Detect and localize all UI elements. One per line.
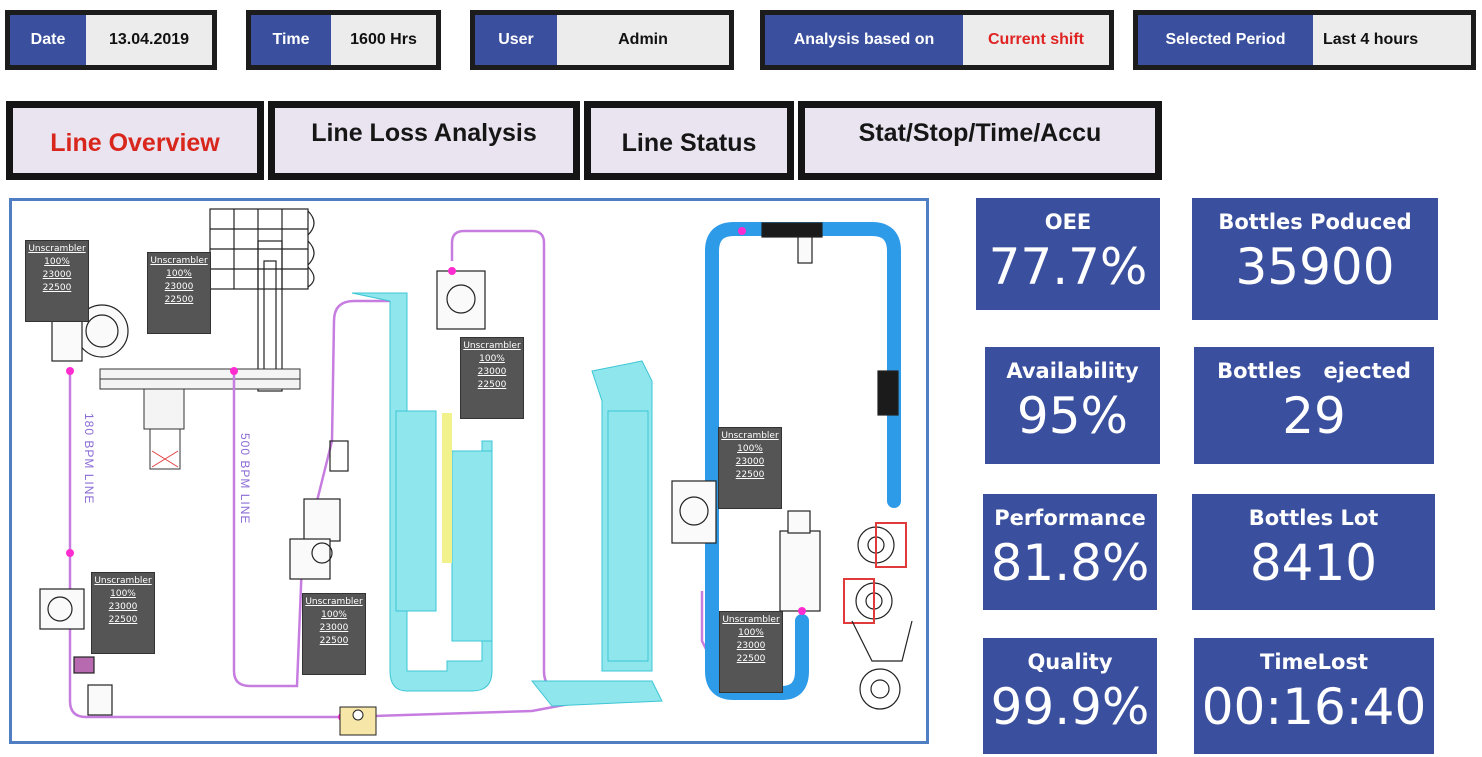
- kpi-quality-title: Quality: [1027, 650, 1113, 674]
- kpi-bottles-produced-value: 35900: [1235, 238, 1395, 296]
- kpi-bottles-ejected-value: 29: [1282, 387, 1346, 445]
- machine-target: 23000: [164, 282, 194, 292]
- kpi-time-lost[interactable]: TimeLost 00:16:40: [1194, 638, 1434, 754]
- machine-info-box[interactable]: Unscrambler 100% 23000 22500: [147, 252, 211, 334]
- machine-actual: 22500: [42, 283, 72, 293]
- period-label: Selected Period: [1138, 15, 1313, 65]
- kpi-bottles-produced[interactable]: Bottles Poduced 35900: [1192, 198, 1438, 320]
- analysis-label: Analysis based on: [765, 15, 963, 65]
- machine-actual: 22500: [477, 380, 507, 390]
- kpi-bottles-ejected[interactable]: Bottles ejected 29: [1194, 347, 1434, 464]
- time-value: 1600 Hrs: [331, 15, 436, 65]
- machine-name: Unscrambler: [721, 431, 779, 441]
- kpi-time-lost-title: TimeLost: [1260, 650, 1368, 674]
- machine-info-box[interactable]: Unscrambler 100% 23000 22500: [719, 611, 783, 693]
- time-box: Time 1600 Hrs: [246, 10, 441, 70]
- filler-machine: [209, 208, 315, 392]
- line-label-180: 180 BPM LINE: [82, 413, 96, 505]
- machine-info-box[interactable]: Unscrambler 100% 23000 22500: [25, 240, 89, 322]
- kpi-availability[interactable]: Availability 95%: [985, 347, 1160, 464]
- line-schematic: 180 BPM LINE 500 BPM LINE Unscrambler 10…: [9, 198, 929, 744]
- machine-name: Unscrambler: [463, 341, 521, 351]
- machine-actual: 22500: [735, 470, 765, 480]
- kpi-bottles-lot-title: Bottles Lot: [1248, 506, 1379, 530]
- kpi-performance[interactable]: Performance 81.8%: [983, 494, 1157, 610]
- machine-actual: 22500: [736, 654, 766, 664]
- kpi-bottles-produced-title: Bottles Poduced: [1218, 210, 1412, 234]
- tab-line-loss-analysis[interactable]: Line Loss Analysis: [268, 101, 580, 180]
- kpi-bottles-lot[interactable]: Bottles Lot 8410: [1192, 494, 1435, 610]
- kpi-quality[interactable]: Quality 99.9%: [983, 638, 1157, 754]
- transfer-conveyor: [99, 368, 301, 470]
- user-label: User: [475, 15, 557, 65]
- machine-info-box[interactable]: Unscrambler 100% 23000 22500: [718, 427, 782, 509]
- line-label-500: 500 BPM LINE: [238, 433, 252, 525]
- operator-station: [339, 706, 377, 736]
- machine-target: 23000: [108, 602, 138, 612]
- tab-stat-stop-time-accu[interactable]: Stat/Stop/Time/Accu: [798, 101, 1162, 180]
- kpi-time-lost-value: 00:16:40: [1201, 678, 1427, 736]
- analysis-box[interactable]: Analysis based on Current shift: [760, 10, 1114, 70]
- analysis-value: Current shift: [963, 15, 1109, 65]
- kpi-bottles-ejected-title: Bottles ejected: [1217, 359, 1411, 383]
- machine-efficiency: 100%: [738, 628, 764, 638]
- kpi-bottles-lot-value: 8410: [1249, 534, 1378, 592]
- machine-actual: 22500: [108, 615, 138, 625]
- date-label: Date: [10, 15, 86, 65]
- machine-efficiency: 100%: [166, 269, 192, 279]
- machine-actual: 22500: [164, 295, 194, 305]
- machine-target: 23000: [42, 270, 72, 280]
- user-box[interactable]: User Admin: [470, 10, 734, 70]
- machine-target: 23000: [477, 367, 507, 377]
- machine-efficiency: 100%: [110, 589, 136, 599]
- kpi-oee-title: OEE: [1044, 210, 1092, 234]
- accumulation-zone: [442, 413, 452, 563]
- kpi-performance-value: 81.8%: [990, 534, 1150, 592]
- kpi-performance-title: Performance: [994, 506, 1146, 530]
- time-label: Time: [251, 15, 331, 65]
- kpi-availability-value: 95%: [1016, 387, 1129, 445]
- machine-info-box[interactable]: Unscrambler 100% 23000 22500: [91, 572, 155, 654]
- date-box: Date 13.04.2019: [5, 10, 217, 70]
- machine-name: Unscrambler: [150, 256, 208, 266]
- machine-efficiency: 100%: [737, 444, 763, 454]
- user-value: Admin: [557, 15, 729, 65]
- machine-name: Unscrambler: [722, 615, 780, 625]
- machine-efficiency: 100%: [44, 257, 70, 267]
- machine-target: 23000: [319, 623, 349, 633]
- machine-efficiency: 100%: [479, 354, 505, 364]
- machine-info-box[interactable]: Unscrambler 100% 23000 22500: [302, 593, 366, 675]
- machine-actual: 22500: [319, 636, 349, 646]
- date-value: 13.04.2019: [86, 15, 212, 65]
- machine-target: 23000: [736, 641, 766, 651]
- kpi-availability-title: Availability: [1006, 359, 1139, 383]
- machine-name: Unscrambler: [28, 244, 86, 254]
- period-box[interactable]: Selected Period Last 4 hours: [1133, 10, 1476, 70]
- tab-line-status[interactable]: Line Status: [584, 101, 794, 180]
- case-packer-machines: [843, 522, 913, 710]
- machine-info-box[interactable]: Unscrambler 100% 23000 22500: [460, 337, 524, 419]
- kpi-oee-value: 77.7%: [988, 238, 1148, 296]
- kpi-quality-value: 99.9%: [990, 678, 1150, 736]
- machine-target: 23000: [735, 457, 765, 467]
- machine-name: Unscrambler: [305, 597, 363, 607]
- tab-line-overview[interactable]: Line Overview: [6, 101, 264, 180]
- machine-efficiency: 100%: [321, 610, 347, 620]
- period-value: Last 4 hours: [1313, 15, 1471, 65]
- kpi-oee[interactable]: OEE 77.7%: [976, 198, 1160, 310]
- machine-name: Unscrambler: [94, 576, 152, 586]
